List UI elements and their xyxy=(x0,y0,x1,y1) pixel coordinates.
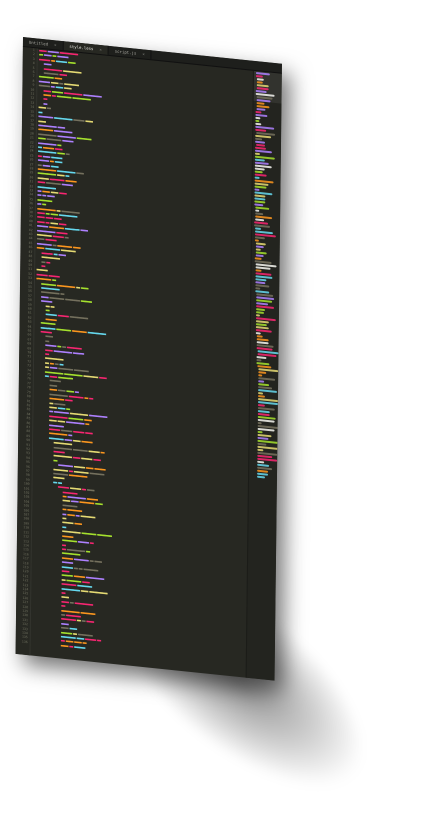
minimap-line xyxy=(257,475,266,479)
screenshot-stage: Untitled × style.less × script.js × 1 2 … xyxy=(0,0,444,824)
close-icon[interactable]: × xyxy=(142,49,145,58)
close-icon[interactable]: × xyxy=(54,40,57,49)
minimap-line xyxy=(255,209,260,212)
minimap[interactable] xyxy=(245,70,282,681)
minimap-line xyxy=(254,239,259,242)
code-area[interactable]: ▪▪▪▪▪▪ ▪▪▪▪▪▪▪▪▪ ▪▪▪▪▪▪▪▪▪▪▪▪▪▪▪ ▪▪▪ ▪▪▪… xyxy=(31,48,245,677)
minimap-line xyxy=(255,119,260,123)
code-editor-window: Untitled × style.less × script.js × 1 2 … xyxy=(15,37,282,681)
minimap-line xyxy=(255,314,260,317)
close-icon[interactable]: × xyxy=(99,45,102,54)
minimap-line xyxy=(257,421,262,425)
minimap-line xyxy=(258,374,263,377)
